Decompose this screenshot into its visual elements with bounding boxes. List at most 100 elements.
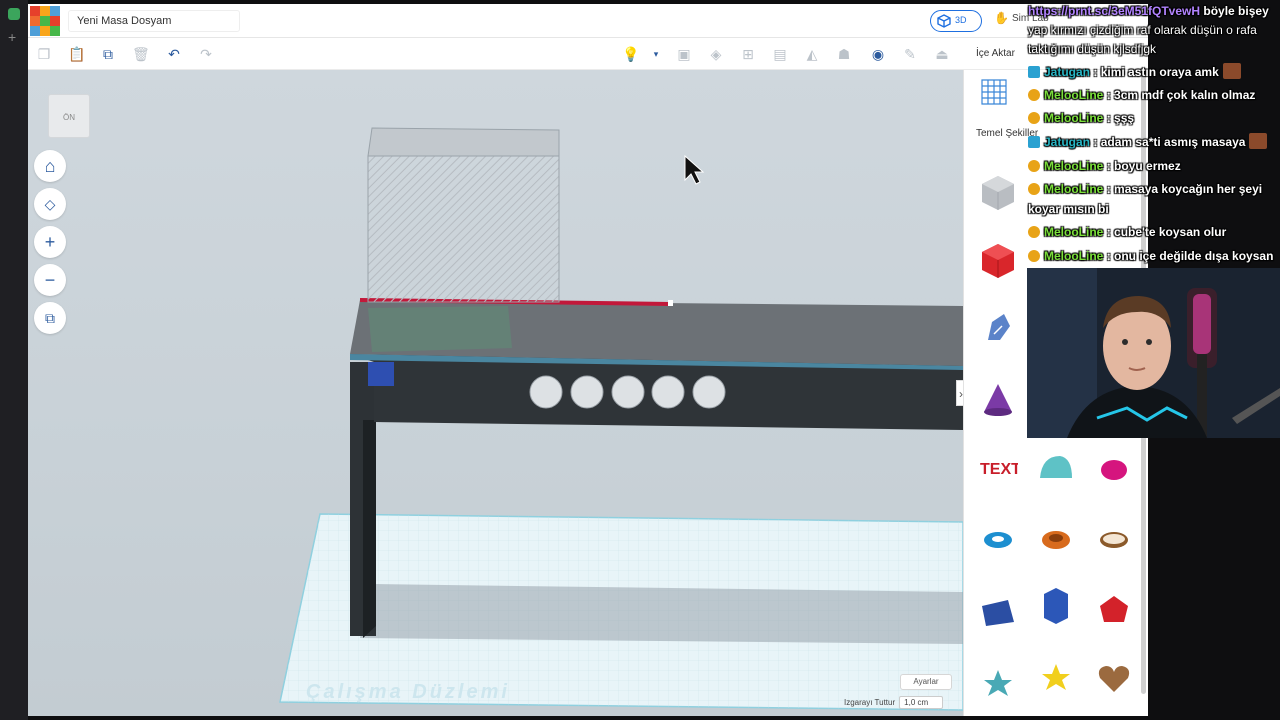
fit-view-button[interactable]: ◇ bbox=[34, 188, 66, 220]
ungroup-icon[interactable]: ◈ bbox=[708, 46, 724, 62]
shape-scribble[interactable] bbox=[978, 308, 1018, 348]
paste-icon[interactable]: 📋 bbox=[68, 46, 85, 62]
chat-text: : cube'te koysan olur bbox=[1106, 225, 1227, 239]
camera-icon[interactable]: ◉ bbox=[870, 46, 886, 62]
chat-username: MelooLine bbox=[1044, 159, 1104, 173]
view-3d-toggle[interactable]: 3D bbox=[930, 10, 982, 32]
shape-wedge[interactable] bbox=[978, 592, 1018, 632]
os-sidebar: + bbox=[0, 0, 28, 720]
ruler-icon[interactable]: ⏏ bbox=[934, 46, 950, 62]
perspective-icon: ⧉ bbox=[45, 310, 55, 326]
perspective-button[interactable]: ⧉ bbox=[34, 302, 66, 334]
shape-text[interactable]: TEXT bbox=[978, 448, 1018, 488]
workplane-label: Çalışma Düzlemi bbox=[306, 681, 510, 703]
project-title-field[interactable]: Yeni Masa Dosyam bbox=[68, 10, 240, 32]
shape-icosahedron[interactable] bbox=[1094, 590, 1134, 630]
shape-cone[interactable] bbox=[978, 380, 1018, 420]
minus-icon: − bbox=[44, 270, 56, 290]
transparent-box-top[interactable] bbox=[367, 127, 560, 157]
shape-tube[interactable] bbox=[1036, 520, 1076, 560]
view-cube[interactable]: ÖN bbox=[48, 94, 90, 138]
shape-paraboloid[interactable] bbox=[1094, 448, 1134, 488]
mirror-icon[interactable]: ◭ bbox=[804, 46, 820, 62]
shape-heart[interactable] bbox=[1094, 658, 1134, 698]
chat-text: böyle bişey bbox=[1203, 4, 1269, 18]
snap-grid-select[interactable]: 1,0 cm bbox=[899, 696, 944, 709]
chat-username: MelooLine bbox=[1044, 249, 1104, 263]
shape-torus[interactable] bbox=[978, 520, 1018, 560]
chat-text: : onu içe değilde dışa koysan bbox=[1106, 249, 1274, 263]
hole-4[interactable] bbox=[651, 375, 685, 409]
table-shadow bbox=[360, 584, 963, 644]
chat-text: yap kırmızı çizdiğim raf olarak düşün o … bbox=[1028, 23, 1257, 37]
hole-5[interactable] bbox=[692, 375, 726, 409]
chat-text: : 3cm mdf çok kalın olmaz bbox=[1106, 88, 1256, 102]
svg-text:TEXT: TEXT bbox=[980, 461, 1018, 478]
app-icon[interactable] bbox=[8, 8, 20, 20]
chevron-down-icon[interactable]: ▾ bbox=[648, 46, 664, 62]
group-icon[interactable]: ▣ bbox=[676, 46, 692, 62]
workplane-grid-icon[interactable] bbox=[980, 78, 1008, 106]
new-tab-icon[interactable]: + bbox=[8, 30, 16, 44]
chat-text: : kimi astın oraya amk bbox=[1093, 65, 1219, 79]
subscriber-badge-icon bbox=[1028, 160, 1040, 172]
3d-viewport[interactable]: Çalışma Düzlemi ÖN ⌂ ◇ + − ⧉ Ayarlar Izg… bbox=[28, 70, 963, 716]
shape-box-red[interactable] bbox=[978, 240, 1018, 280]
redo-icon[interactable]: ↷ bbox=[198, 46, 214, 62]
home-view-button[interactable]: ⌂ bbox=[34, 150, 66, 182]
shape-ring[interactable] bbox=[1094, 520, 1134, 560]
home-icon: ⌂ bbox=[44, 156, 56, 176]
chat-message: Jatugan : adam sa*ti asmış masaya bbox=[1028, 133, 1268, 152]
undo-icon[interactable]: ↶ bbox=[166, 46, 182, 62]
transparent-box[interactable] bbox=[367, 155, 560, 303]
notes-icon[interactable]: ✎ bbox=[902, 46, 918, 62]
subscriber-badge-icon bbox=[1028, 112, 1040, 124]
settings-button[interactable]: Ayarlar bbox=[900, 674, 952, 690]
zoom-in-button[interactable]: + bbox=[34, 226, 66, 258]
import-button[interactable]: İçe Aktar bbox=[976, 48, 1015, 59]
copy-icon[interactable]: ❐ bbox=[36, 46, 52, 62]
chat-username: https://prnt.sc/3eM51fQTvewH bbox=[1028, 4, 1201, 18]
cube-icon bbox=[937, 14, 951, 28]
duplicate-icon[interactable]: ⧉ bbox=[100, 46, 116, 62]
chat-text: taktığımı düşün kjlsdfjgk bbox=[1028, 42, 1157, 56]
viewer-badge-icon bbox=[1028, 66, 1040, 78]
tinkercad-logo[interactable] bbox=[30, 6, 60, 36]
cruise-icon[interactable]: ⊞ bbox=[740, 46, 756, 62]
shape-star-teal[interactable] bbox=[978, 662, 1018, 702]
chat-message-continuation: yap kırmızı çizdiğim raf olarak düşün o … bbox=[1028, 21, 1257, 40]
chat-text: : adam sa*ti asmış masaya bbox=[1093, 135, 1246, 149]
hole-2[interactable] bbox=[570, 375, 604, 409]
chat-text: : masaya koycağın her şeyi bbox=[1106, 182, 1263, 196]
hole-3[interactable] bbox=[611, 375, 645, 409]
shape-half-sphere[interactable] bbox=[1036, 448, 1076, 488]
chat-username: MelooLine bbox=[1044, 111, 1104, 125]
snap-grid-label: Izgarayı Tuttur bbox=[844, 698, 896, 707]
zoom-out-button[interactable]: − bbox=[34, 264, 66, 296]
chat-text: koyar mısın bi bbox=[1028, 202, 1109, 216]
light-bulb-icon[interactable]: 💡 bbox=[622, 46, 639, 62]
delete-icon[interactable]: 🗑 bbox=[132, 46, 150, 62]
emote-icon bbox=[1249, 133, 1268, 149]
chat-username: MelooLine bbox=[1044, 182, 1104, 196]
shape-box-grey[interactable] bbox=[978, 172, 1018, 212]
subscriber-badge-icon bbox=[1028, 226, 1040, 238]
red-shelf-handle[interactable] bbox=[668, 300, 673, 306]
chat-text: : boyu ermez bbox=[1106, 159, 1181, 173]
chat-message-continuation: taktığımı düşün kjlsdfjgk bbox=[1028, 40, 1156, 59]
viewer-badge-icon bbox=[1028, 136, 1040, 148]
subscriber-badge-icon bbox=[1028, 89, 1040, 101]
chat-message: MelooLine : cube'te koysan olur bbox=[1028, 223, 1226, 242]
workplane-icon[interactable]: ☗ bbox=[836, 46, 852, 62]
chat-text: : şşş bbox=[1106, 111, 1135, 125]
hand-icon: ✋ bbox=[994, 11, 1009, 25]
chat-message: MelooLine : boyu ermez bbox=[1028, 157, 1181, 176]
chat-message: MelooLine : 3cm mdf çok kalın olmaz bbox=[1028, 86, 1255, 105]
shape-hexagonal-prism[interactable] bbox=[1036, 586, 1076, 626]
hole-1[interactable] bbox=[529, 375, 563, 409]
shape-star-yellow[interactable] bbox=[1036, 658, 1076, 698]
blue-block[interactable] bbox=[368, 362, 394, 386]
align-icon[interactable]: ▤ bbox=[772, 46, 788, 62]
scene-canvas[interactable]: Çalışma Düzlemi bbox=[28, 70, 963, 716]
table-leg-left-front bbox=[363, 420, 376, 638]
